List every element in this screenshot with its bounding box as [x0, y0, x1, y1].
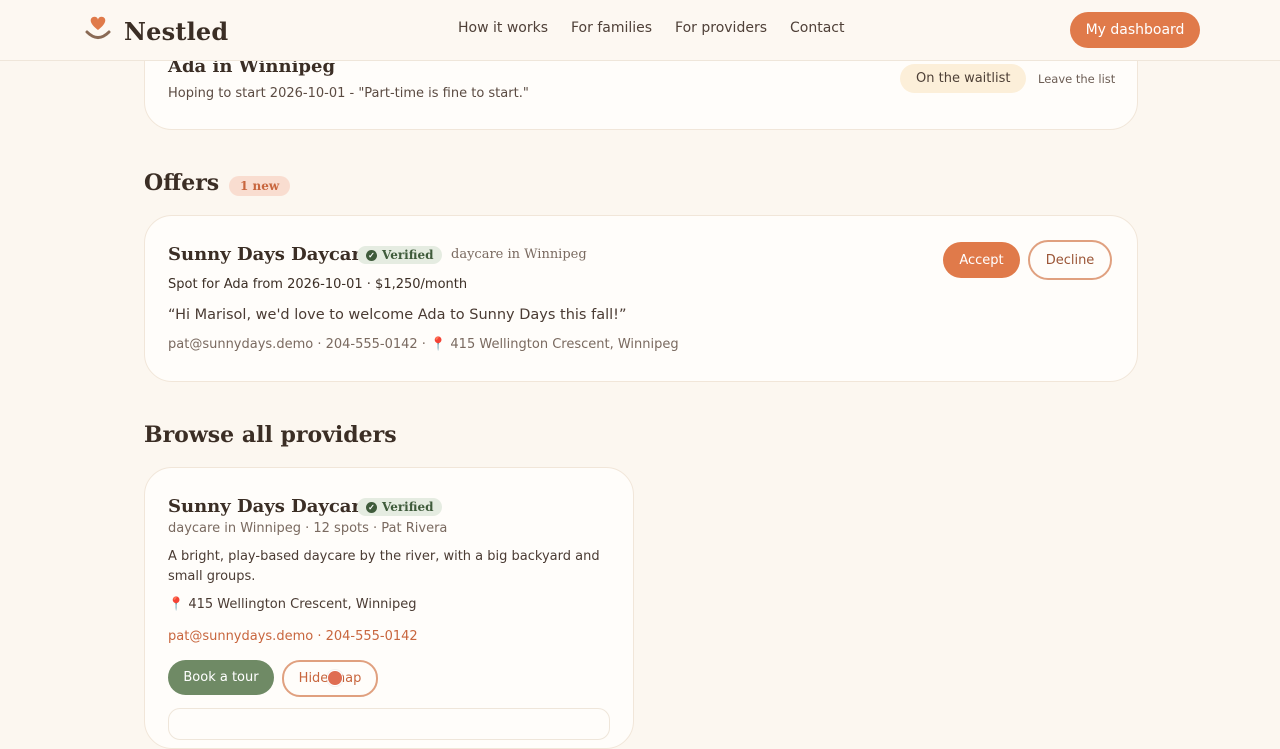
verified-label: Verified	[382, 500, 434, 514]
offer-contact: pat@sunnydays.demo · 204-555-0142 · 📍 41…	[168, 337, 679, 352]
book-tour-button[interactable]: Book a tour	[168, 660, 274, 695]
new-offers-badge: 1 new	[229, 176, 291, 196]
offers-heading: Offers	[144, 170, 220, 196]
provider-map[interactable]	[168, 708, 610, 740]
brand-name: Nestled	[124, 16, 229, 46]
offer-provider-type: daycare in Winnipeg	[451, 247, 587, 262]
offer-card: Sunny Days Daycare ✓ Verified daycare in…	[144, 215, 1138, 382]
provider-description-line-2: small groups.	[168, 569, 256, 584]
decline-button[interactable]: Decline	[1028, 240, 1112, 280]
provider-card: Sunny Days Daycare ✓ Verified daycare in…	[144, 467, 634, 749]
heart-smile-logo-icon	[84, 14, 112, 48]
waitlist-status-badge: On the waitlist	[900, 64, 1027, 93]
nav-for-families[interactable]: For families	[571, 20, 652, 36]
offer-message: “Hi Marisol, we'd love to welcome Ada to…	[168, 307, 627, 323]
provider-verified-badge: ✓ Verified	[357, 498, 443, 516]
offer-contact-text: pat@sunnydays.demo · 204-555-0142 ·	[168, 337, 426, 352]
top-nav-bar: Nestled How it works For families For pr…	[0, 0, 1280, 61]
cursor-indicator	[327, 670, 343, 686]
nav-contact[interactable]: Contact	[790, 20, 844, 36]
provider-description-line-1: A bright, play-based daycare by the rive…	[168, 549, 600, 564]
provider-address: 415 Wellington Crescent, Winnipeg	[188, 597, 417, 612]
offer-address: 415 Wellington Crescent, Winnipeg	[450, 337, 679, 352]
pin-icon: 📍	[430, 337, 447, 352]
provider-name: Sunny Days Daycare	[168, 496, 373, 517]
brand-logo[interactable]: Nestled	[84, 14, 228, 48]
nav-for-providers[interactable]: For providers	[675, 20, 767, 36]
check-circle-icon: ✓	[366, 501, 377, 513]
main-nav: How it works For families For providers …	[458, 20, 844, 36]
accept-button[interactable]: Accept	[943, 242, 1020, 278]
verified-label: Verified	[382, 248, 434, 262]
provider-meta: daycare in Winnipeg · 12 spots · Pat Riv…	[168, 521, 448, 536]
verified-badge: ✓ Verified	[357, 246, 443, 264]
leave-list-link[interactable]: Leave the list	[1038, 72, 1115, 86]
provider-contact-link[interactable]: pat@sunnydays.demo · 204-555-0142	[168, 629, 418, 644]
check-circle-icon: ✓	[366, 249, 377, 261]
my-dashboard-button[interactable]: My dashboard	[1070, 12, 1200, 48]
offer-spot-details: Spot for Ada from 2026-10-01 · $1,250/mo…	[168, 277, 468, 292]
nav-how-it-works[interactable]: How it works	[458, 20, 548, 36]
offer-provider-name: Sunny Days Daycare	[168, 244, 373, 265]
provider-address-row: 📍 415 Wellington Crescent, Winnipeg	[168, 597, 417, 612]
waitlist-subtitle: Hoping to start 2026-10-01 - "Part-time …	[168, 86, 529, 101]
pin-icon: 📍	[168, 597, 185, 612]
browse-heading: Browse all providers	[144, 422, 397, 448]
